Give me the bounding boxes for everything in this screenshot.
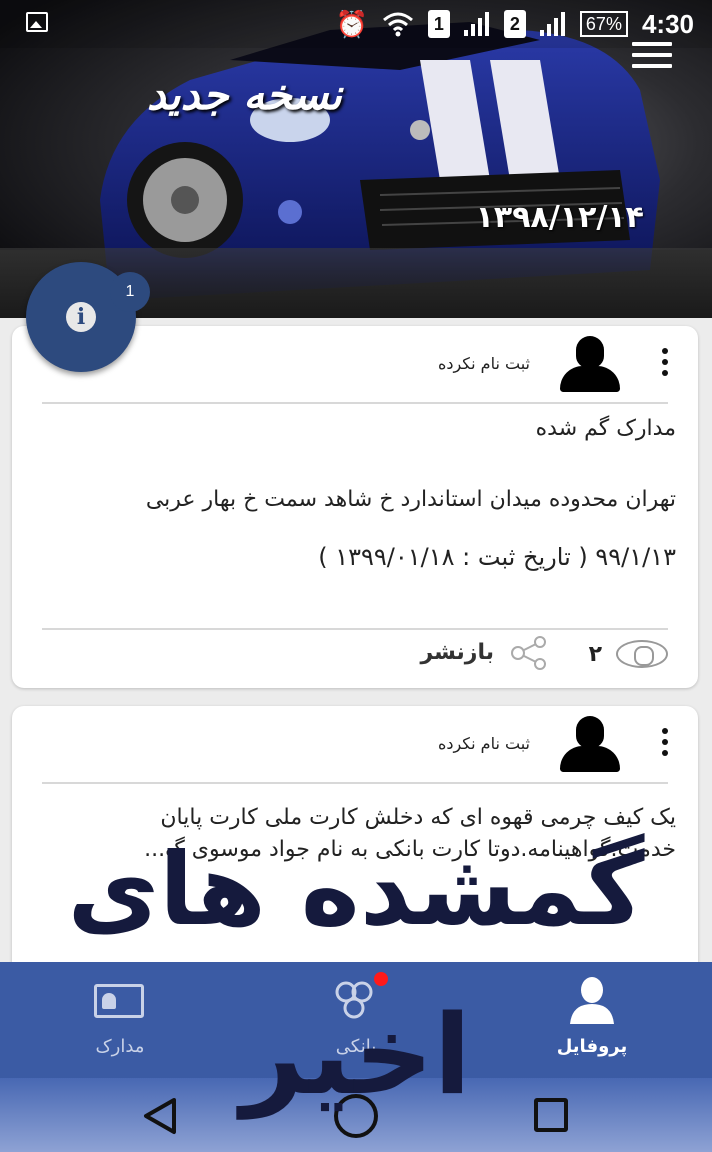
post-user-name: ثبت نام نکرده — [437, 354, 530, 373]
info-badge: 1 — [110, 272, 150, 312]
overlay-headline: گمشده های — [67, 831, 645, 948]
post-address: تهران محدوده میدان استاندارد خ شاهد سمت … — [145, 487, 676, 512]
info-icon: i — [66, 302, 96, 332]
overlay-headline-sub: اخیر — [240, 991, 472, 1119]
more-options-icon[interactable] — [660, 348, 668, 381]
views-count: ۲ — [588, 642, 602, 667]
hamburger-menu-icon[interactable] — [632, 42, 672, 75]
post-title: مدارک گم شده — [535, 416, 676, 441]
share-icon[interactable] — [510, 636, 548, 670]
post-footer: ۲ بازنشر — [42, 628, 668, 688]
notification-dot — [374, 972, 388, 986]
views-eye-icon — [616, 640, 668, 668]
avatar-icon — [560, 336, 620, 392]
sim2-icon: 2 — [503, 10, 526, 38]
app-title: نسخه جدید — [146, 70, 342, 119]
status-bar: ⏰ 1 2 67% 4:30 — [0, 0, 712, 48]
post-date: ۹۹/۱/۱۳ ( تاریخ ثبت : ۱۳۹۹/۰۱/۱۸ ) — [318, 543, 676, 571]
battery-indicator: 67% — [579, 11, 628, 37]
sim1-icon: 1 — [427, 10, 450, 38]
info-button[interactable]: i 1 — [26, 262, 150, 372]
post-card[interactable]: ثبت نام نکرده مدارک گم شده تهران محدوده … — [12, 326, 698, 688]
post-user-name: ثبت نام نکرده — [437, 734, 530, 753]
avatar-icon — [560, 716, 620, 772]
signal1-icon — [463, 12, 490, 36]
clock: 4:30 — [641, 8, 694, 39]
wifi-icon — [382, 12, 413, 37]
share-button[interactable]: بازنشر — [420, 640, 494, 665]
signal2-icon — [539, 12, 566, 36]
more-options-icon[interactable] — [660, 728, 668, 761]
alarm-icon: ⏰ — [335, 9, 368, 39]
header-date: ۱۳۹۸/۱۲/۱۴ — [475, 200, 644, 235]
gallery-icon — [26, 12, 48, 32]
